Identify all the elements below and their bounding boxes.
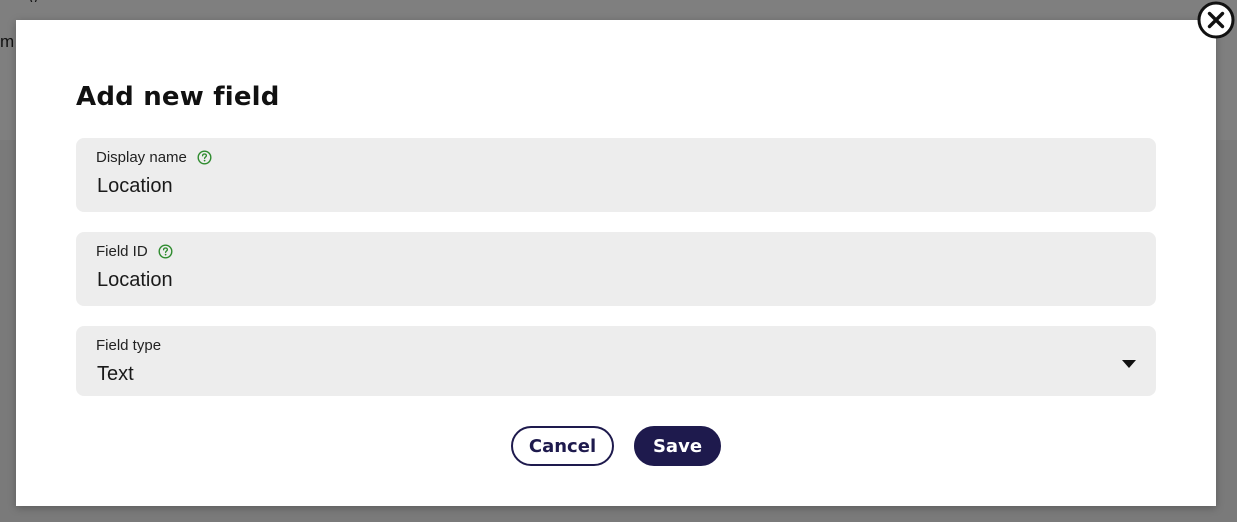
field-type-selected-value[interactable]: Text [97, 363, 1097, 386]
field-id-label-row: Field ID [96, 243, 173, 260]
background-text-fragment: m [0, 32, 15, 51]
display-name-input[interactable] [97, 175, 1097, 198]
question-circle-icon[interactable] [197, 150, 212, 165]
display-name-label: Display name [96, 149, 187, 166]
background-text-fragment-top: y [30, 0, 40, 2]
field-id-input[interactable] [97, 269, 1097, 292]
field-type-label: Field type [96, 337, 162, 354]
dialog-actions: Cancel Save [16, 426, 1216, 466]
dialog-title: Add new field [76, 82, 280, 112]
field-type-label-row: Field type [96, 337, 161, 354]
display-name-field[interactable]: Display name [76, 138, 1156, 212]
save-button[interactable]: Save [634, 426, 721, 466]
field-type-select[interactable]: Field type Text [76, 326, 1156, 396]
add-field-dialog: Add new field Display name Field ID [16, 20, 1216, 506]
close-circle-icon [1197, 1, 1235, 39]
display-name-label-row: Display name [96, 149, 212, 166]
caret-down-icon[interactable] [1122, 356, 1136, 368]
question-circle-icon[interactable] [158, 244, 173, 259]
field-id-label: Field ID [96, 243, 148, 260]
close-dialog-button[interactable] [1197, 1, 1235, 39]
cancel-button[interactable]: Cancel [511, 426, 614, 466]
field-id-field[interactable]: Field ID [76, 232, 1156, 306]
